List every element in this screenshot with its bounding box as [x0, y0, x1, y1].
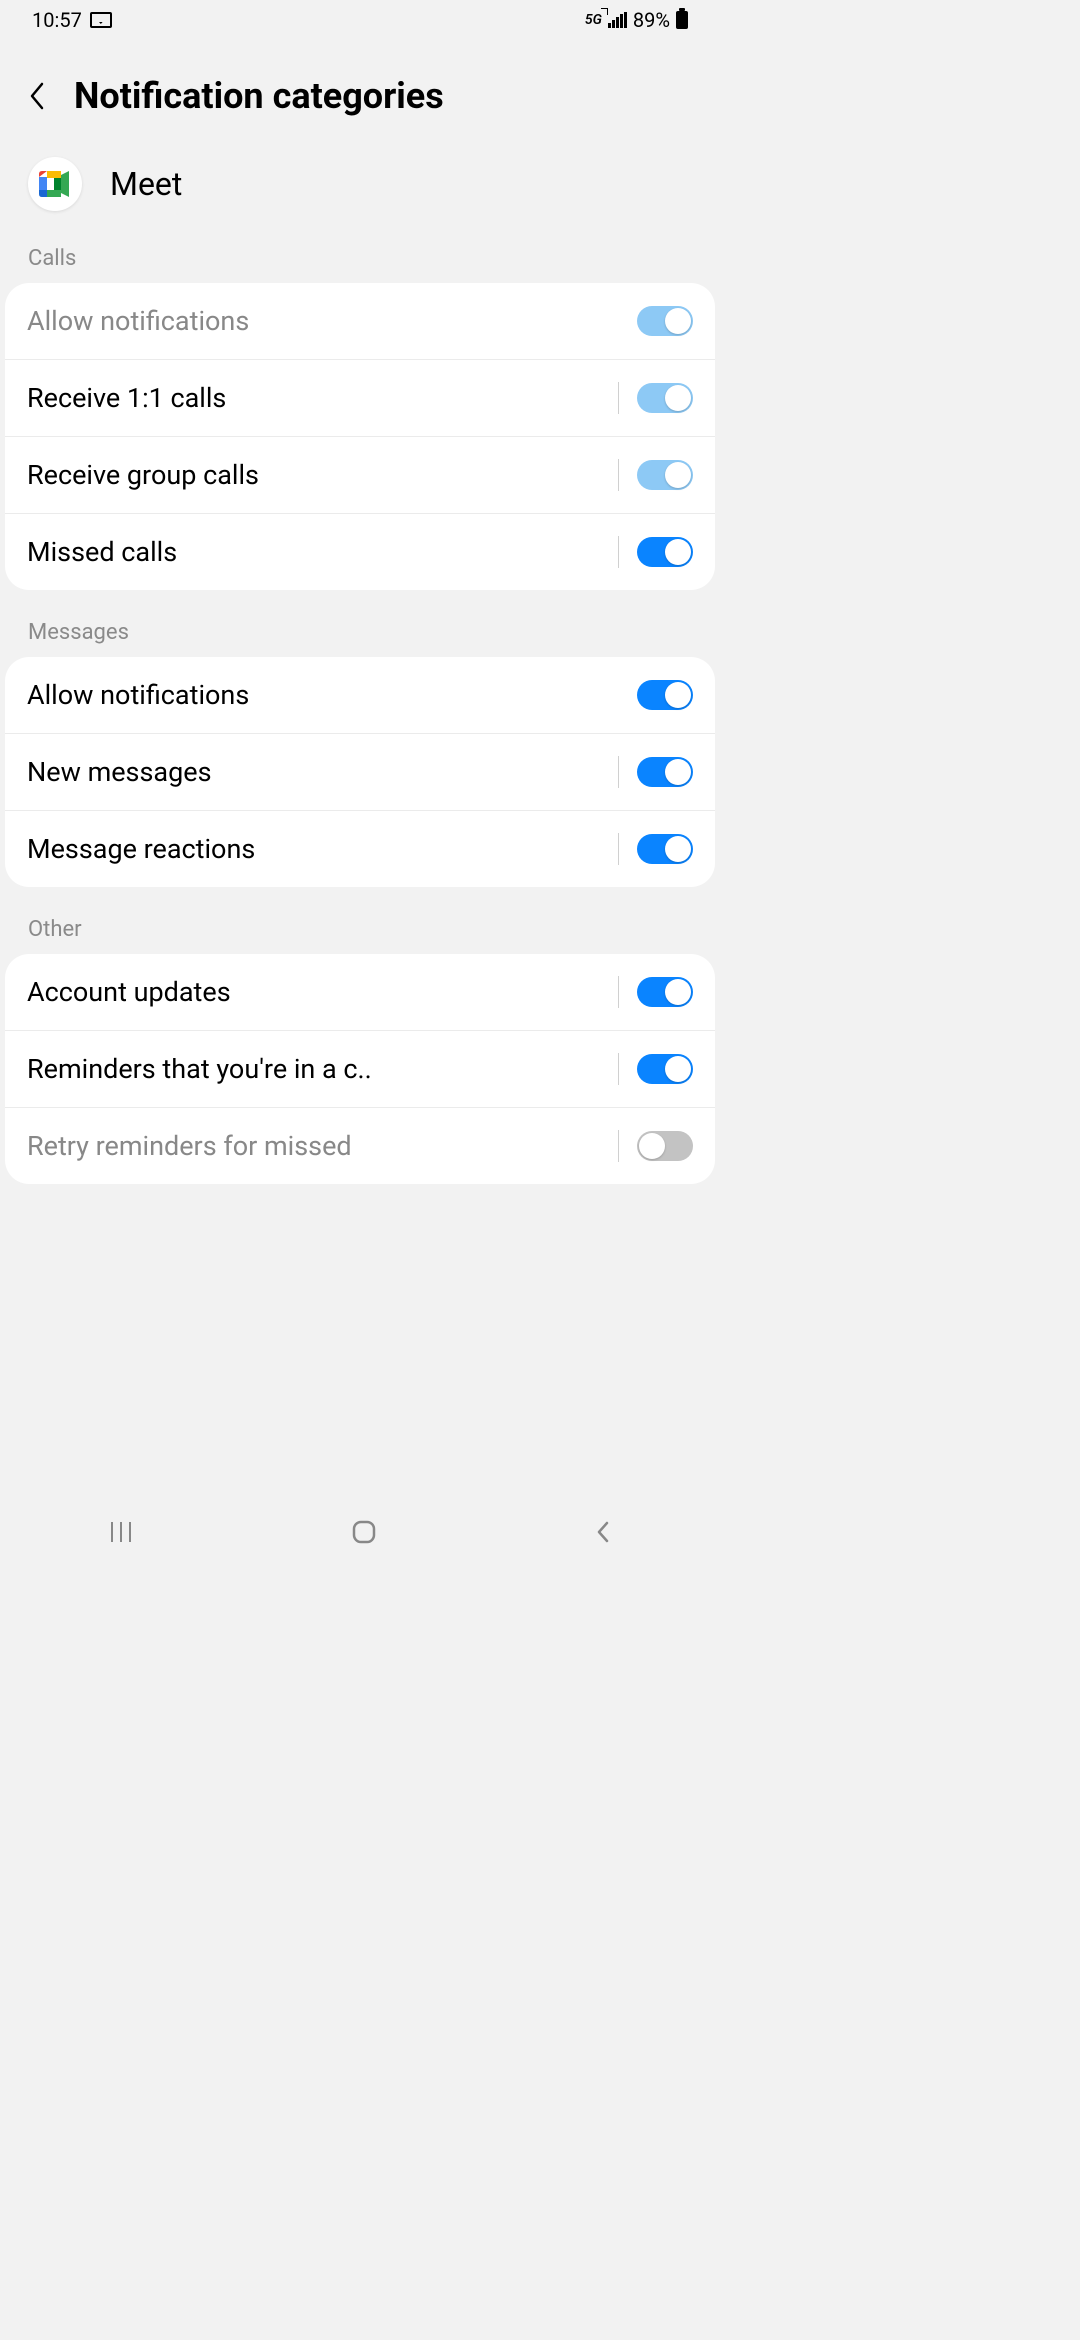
status-bar: 10:57 5G 89%: [0, 0, 720, 40]
missed-calls-toggle[interactable]: [637, 537, 693, 567]
reminders-in-call-row[interactable]: Reminders that you're in a c..: [5, 1031, 715, 1108]
row-label: Account updates: [27, 976, 231, 1008]
home-button[interactable]: [351, 1519, 377, 1551]
divider: [618, 382, 619, 414]
retry-reminders-row[interactable]: Retry reminders for missed: [5, 1108, 715, 1184]
recents-button[interactable]: [108, 1520, 134, 1550]
meet-app-icon: [28, 157, 82, 211]
row-label: Allow notifications: [27, 679, 249, 711]
calls-allow-notifications-row[interactable]: Allow notifications: [5, 283, 715, 360]
section-header-calls: Calls: [0, 241, 720, 283]
header: Notification categories: [0, 40, 720, 137]
account-updates-row[interactable]: Account updates: [5, 954, 715, 1031]
messages-card: Allow notifications New messages Message…: [5, 657, 715, 887]
row-label: Reminders that you're in a c..: [27, 1053, 372, 1085]
status-left: 10:57: [32, 8, 112, 32]
email-icon: [90, 12, 112, 28]
divider: [618, 536, 619, 568]
status-right: 5G 89%: [585, 8, 688, 32]
calls-card: Allow notifications Receive 1:1 calls Re…: [5, 283, 715, 590]
network-type-icon: 5G: [585, 12, 602, 28]
receive-group-calls-row[interactable]: Receive group calls: [5, 437, 715, 514]
calls-allow-notifications-toggle[interactable]: [637, 306, 693, 336]
messages-allow-notifications-toggle[interactable]: [637, 680, 693, 710]
message-reactions-row[interactable]: Message reactions: [5, 811, 715, 887]
divider: [618, 1130, 619, 1162]
message-reactions-toggle[interactable]: [637, 834, 693, 864]
new-messages-row[interactable]: New messages: [5, 734, 715, 811]
row-label: Receive 1:1 calls: [27, 382, 226, 414]
divider: [618, 756, 619, 788]
battery-icon: [676, 11, 688, 29]
battery-percent: 89%: [633, 8, 670, 32]
row-label: Retry reminders for missed: [27, 1130, 352, 1162]
missed-calls-row[interactable]: Missed calls: [5, 514, 715, 590]
row-label: Message reactions: [27, 833, 255, 865]
receive-1-1-calls-toggle[interactable]: [637, 383, 693, 413]
section-header-messages: Messages: [0, 615, 720, 657]
divider: [618, 976, 619, 1008]
row-label: New messages: [27, 756, 212, 788]
app-name: Meet: [110, 165, 182, 203]
scroll-content[interactable]: Notification categories Meet Calls Allow…: [0, 40, 720, 1500]
reminders-in-call-toggle[interactable]: [637, 1054, 693, 1084]
receive-group-calls-toggle[interactable]: [637, 460, 693, 490]
navigation-bar: [0, 1510, 720, 1560]
row-label: Allow notifications: [27, 305, 249, 337]
divider: [618, 1053, 619, 1085]
account-updates-toggle[interactable]: [637, 977, 693, 1007]
back-button[interactable]: [28, 81, 46, 111]
page-title: Notification categories: [74, 75, 444, 117]
row-label: Missed calls: [27, 536, 177, 568]
divider: [618, 833, 619, 865]
retry-reminders-toggle[interactable]: [637, 1131, 693, 1161]
status-time: 10:57: [32, 8, 82, 32]
receive-1-1-calls-row[interactable]: Receive 1:1 calls: [5, 360, 715, 437]
row-label: Receive group calls: [27, 459, 259, 491]
signal-icon: [608, 12, 627, 28]
messages-allow-notifications-row[interactable]: Allow notifications: [5, 657, 715, 734]
new-messages-toggle[interactable]: [637, 757, 693, 787]
nav-back-button[interactable]: [594, 1519, 612, 1551]
app-identity-row[interactable]: Meet: [0, 137, 720, 241]
divider: [618, 459, 619, 491]
other-card: Account updates Reminders that you're in…: [5, 954, 715, 1184]
section-header-other: Other: [0, 912, 720, 954]
